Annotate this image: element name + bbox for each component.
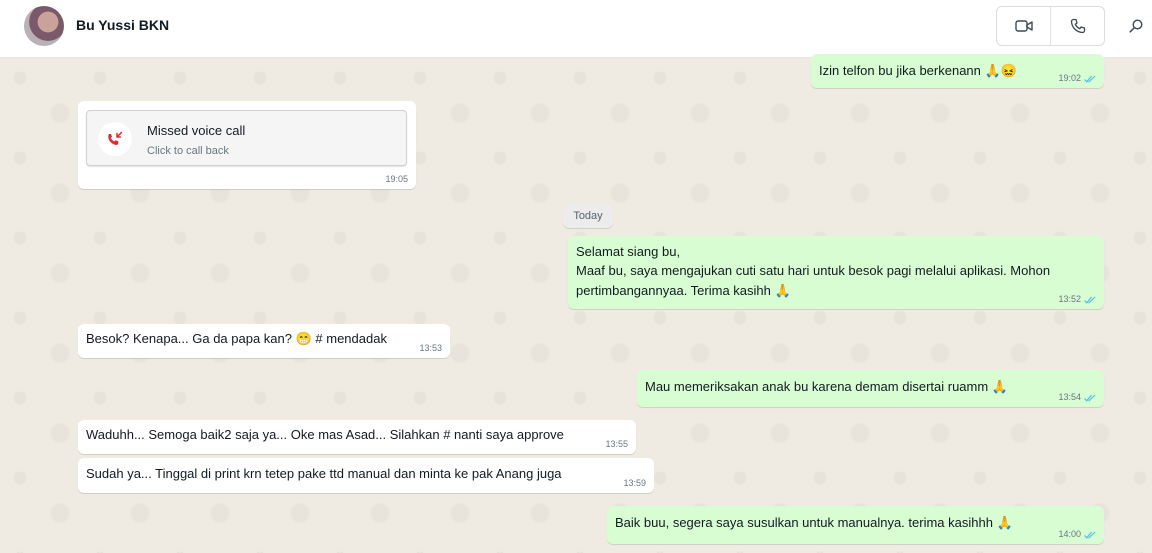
message-bubble-incoming[interactable]: Besok? Kenapa... Ga da papa kan? 😁 # men… [78, 324, 450, 358]
message-bubble-outgoing[interactable]: Izin telfon bu jika berkenann 🙏😖 19:02 [811, 54, 1104, 88]
message-bubble-incoming[interactable]: Missed voice call Click to call back 19:… [78, 101, 416, 189]
message-bubble-outgoing[interactable]: Mau memeriksakan anak bu karena demam di… [637, 370, 1104, 407]
avatar[interactable] [24, 6, 64, 46]
date-separator: Today [563, 204, 613, 228]
message-bubble-outgoing[interactable]: Baik buu, segera saya susulkan untuk man… [607, 506, 1104, 544]
message-time: 19:05 [385, 174, 408, 184]
missed-call-icon [108, 131, 123, 145]
message-bubble-incoming[interactable]: Waduhh... Semoga baik2 saja ya... Oke ma… [78, 420, 636, 454]
message-time: 13:59 [623, 478, 646, 488]
missed-call-icon-wrap [98, 122, 132, 156]
missed-call-title: Missed voice call [147, 123, 246, 138]
double-check-icon [1084, 75, 1096, 83]
search-icon [1129, 19, 1143, 33]
double-check-icon [1084, 531, 1096, 539]
message-text: Baik buu, segera saya susulkan untuk man… [615, 515, 1013, 530]
missed-call-subtitle: Click to call back [147, 145, 229, 157]
voice-call-button[interactable] [1050, 7, 1104, 45]
message-text: Sudah ya... Tinggal di print krn tetep p… [86, 466, 562, 481]
message-text-line: Selamat siang bu, [576, 244, 681, 259]
search-button[interactable] [1124, 14, 1148, 38]
message-text: Waduhh... Semoga baik2 saja ya... Oke ma… [86, 427, 564, 442]
message-text: Besok? Kenapa... Ga da papa kan? 😁 # men… [86, 331, 387, 346]
call-button-group [996, 6, 1105, 46]
video-call-button[interactable] [997, 7, 1050, 45]
chat-header: Bu Yussi BKN [0, 0, 1152, 58]
message-text: Izin telfon bu jika berkenann 🙏😖 [819, 63, 1017, 78]
message-text-line: Maaf bu, saya mengajukan cuti satu hari … [576, 263, 1051, 278]
double-check-icon [1084, 394, 1096, 402]
video-camera-icon [1014, 20, 1033, 32]
contact-name[interactable]: Bu Yussi BKN [76, 17, 169, 33]
message-time: 13:53 [419, 343, 442, 353]
message-text: Mau memeriksakan anak bu karena demam di… [645, 379, 1008, 394]
phone-icon [1070, 18, 1085, 34]
message-time: 14:00 [1058, 529, 1096, 540]
message-time: 19:02 [1058, 73, 1096, 84]
missed-call-card[interactable]: Missed voice call Click to call back [86, 110, 407, 166]
message-time: 13:52 [1058, 294, 1096, 305]
double-check-icon [1084, 296, 1096, 304]
chat-area[interactable]: Izin telfon bu jika berkenann 🙏😖 19:02 M… [0, 54, 1152, 553]
message-time: 13:55 [605, 439, 628, 449]
message-time: 13:54 [1058, 392, 1096, 403]
message-bubble-incoming[interactable]: Sudah ya... Tinggal di print krn tetep p… [78, 458, 654, 493]
message-bubble-outgoing[interactable]: Selamat siang bu, Maaf bu, saya mengajuk… [568, 236, 1104, 309]
message-text-line: pertimbangannyaa. Terima kasihh 🙏 [576, 283, 791, 298]
